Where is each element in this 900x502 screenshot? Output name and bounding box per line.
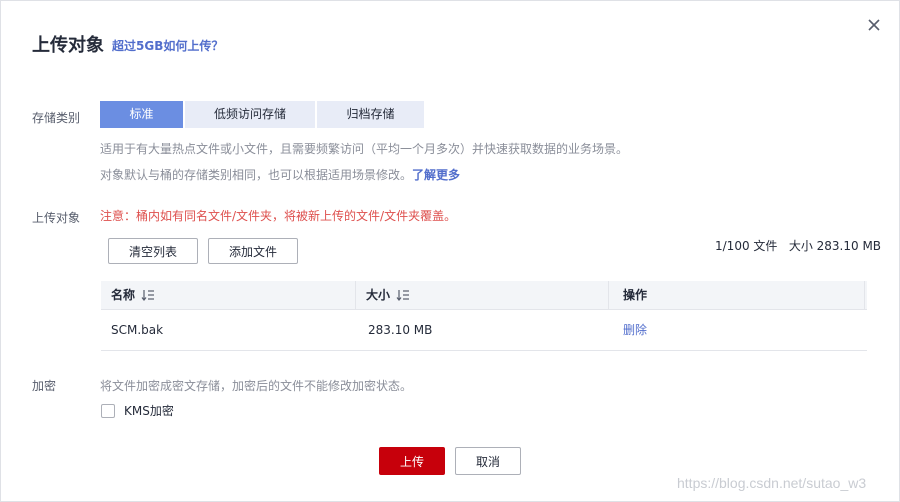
cancel-button[interactable]: 取消 (455, 447, 521, 475)
large-file-help-link[interactable]: 超过5GB如何上传？ (112, 37, 223, 54)
table-header: 名称 大小 操作 (101, 281, 867, 310)
storage-option-standard[interactable]: 标准 (100, 101, 183, 128)
storage-class-note: 对象默认与桶的存储类别相同，也可以根据适用场景修改。了解更多 (100, 166, 460, 183)
column-header-size[interactable]: 大小 (356, 281, 609, 309)
add-file-button[interactable]: 添加文件 (208, 238, 298, 264)
storage-option-infrequent[interactable]: 低频访问存储 (185, 101, 315, 128)
storage-class-label: 存储类别 (32, 111, 81, 125)
encryption-label: 加密 (32, 379, 57, 393)
encryption-description: 将文件加密成密文存储，加密后的文件不能修改加密状态。 (100, 379, 413, 393)
close-icon[interactable] (864, 15, 884, 35)
storage-class-description: 适用于有大量热点文件或小文件，且需要频繁访问（平均一个月多次）并快速获取数据的业… (100, 142, 629, 156)
column-header-name[interactable]: 名称 (101, 281, 356, 309)
storage-option-archive[interactable]: 归档存储 (317, 101, 424, 128)
file-table: 名称 大小 操作 SCM.bak 283.10 MB 删除 (101, 281, 867, 351)
column-name-label: 名称 (111, 288, 136, 302)
upload-object-label: 上传对象 (32, 211, 81, 225)
watermark-text: https://blog.csdn.net/sutao_w3 (677, 475, 867, 491)
column-action-label: 操作 (623, 288, 648, 302)
learn-more-link[interactable]: 了解更多 (412, 168, 460, 182)
upload-button[interactable]: 上传 (379, 447, 445, 475)
kms-encryption-label[interactable]: KMS加密 (124, 402, 174, 419)
file-size-cell: 283.10 MB (368, 323, 433, 337)
column-header-action: 操作 (609, 281, 865, 309)
storage-class-note-text: 对象默认与桶的存储类别相同，也可以根据适用场景修改。 (100, 168, 413, 182)
table-row: SCM.bak 283.10 MB 删除 (101, 310, 867, 351)
dialog-title: 上传对象 (32, 35, 104, 56)
delete-file-link[interactable]: 删除 (609, 310, 865, 350)
sort-icon[interactable] (396, 289, 410, 301)
file-name-cell: SCM.bak (111, 323, 164, 337)
storage-class-selector: 标准 低频访问存储 归档存储 (100, 101, 426, 128)
upload-stats: 1/100 文件 大小 283.10 MB (715, 239, 882, 253)
upload-dialog: 上传对象 超过5GB如何上传？ 存储类别 标准 低频访问存储 归档存储 适用于有… (0, 0, 900, 502)
kms-encryption-checkbox[interactable] (101, 404, 115, 418)
clear-list-button[interactable]: 清空列表 (108, 238, 198, 264)
column-size-label: 大小 (366, 288, 391, 302)
sort-icon[interactable] (141, 289, 155, 301)
overwrite-warning: 注意：桶内如有同名文件/文件夹，将被新上传的文件/文件夹覆盖。 (100, 209, 457, 223)
